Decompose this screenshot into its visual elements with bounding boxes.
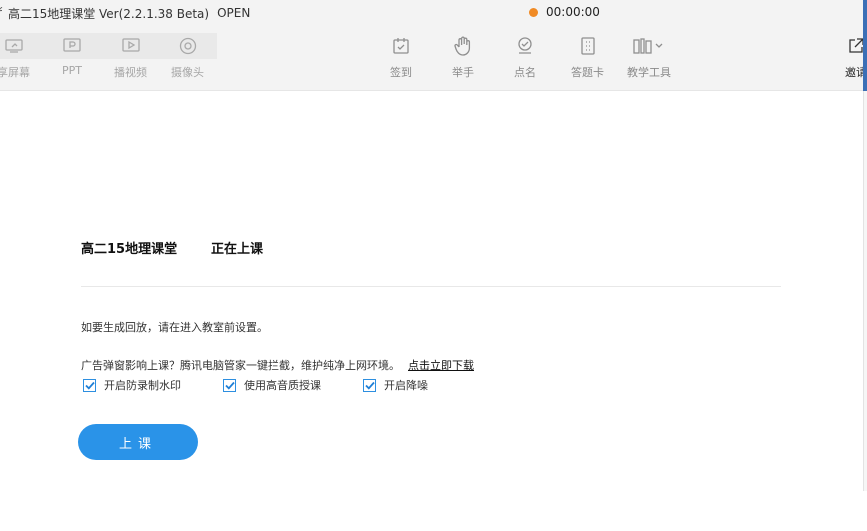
answer-card-button[interactable]: 答题卡 bbox=[571, 37, 604, 80]
checkin-button[interactable]: 签到 bbox=[390, 37, 412, 80]
noise-reduction-checkbox[interactable] bbox=[363, 378, 376, 392]
window-edge-strip bbox=[863, 0, 867, 91]
hq-audio-option[interactable]: 使用高音质授课 bbox=[223, 377, 321, 393]
roll-call-label: 点名 bbox=[514, 66, 536, 79]
camera-label: 摄像头 bbox=[171, 66, 204, 79]
answer-card-icon bbox=[578, 37, 598, 55]
play-video-label: 播视频 bbox=[114, 66, 147, 79]
teaching-tools-label: 教学工具 bbox=[627, 66, 671, 79]
share-screen-button[interactable]: 享屏幕 bbox=[0, 37, 30, 80]
ppt-button[interactable]: PPT bbox=[62, 37, 82, 77]
screen-share-icon bbox=[4, 37, 24, 55]
class-status: OPEN bbox=[217, 6, 251, 20]
class-name: 高二15地理课堂 bbox=[81, 242, 178, 257]
class-state: 正在上课 bbox=[211, 242, 264, 257]
watermark-checkbox[interactable] bbox=[83, 378, 96, 392]
ppt-icon bbox=[62, 37, 82, 55]
title-edge-glyph: ŕ bbox=[0, 6, 2, 20]
top-toolbar: ŕ 高二15地理课堂 Ver(2.2.1.38 Beta) OPEN 00:00… bbox=[0, 0, 867, 91]
camera-icon bbox=[178, 37, 198, 55]
replay-note: 如要生成回放，请在进入教室前设置。 bbox=[81, 321, 268, 334]
hq-audio-label: 使用高音质授课 bbox=[244, 379, 321, 392]
roll-call-icon bbox=[515, 37, 535, 55]
camera-button[interactable]: 摄像头 bbox=[171, 37, 204, 80]
checkmark-icon bbox=[84, 381, 95, 390]
teaching-tools-icon bbox=[632, 37, 666, 55]
checkin-icon bbox=[391, 37, 411, 55]
noise-reduction-option[interactable]: 开启降噪 bbox=[363, 377, 428, 393]
raise-hand-label: 举手 bbox=[452, 66, 474, 79]
checkin-label: 签到 bbox=[390, 66, 412, 79]
window-title: 高二15地理课堂 Ver(2.2.1.38 Beta) bbox=[7, 6, 210, 21]
window-title-row: ŕ 高二15地理课堂 Ver(2.2.1.38 Beta) OPEN bbox=[0, 4, 250, 22]
section-divider bbox=[81, 286, 781, 287]
class-timer: 00:00:00 bbox=[529, 5, 600, 19]
download-link[interactable]: 点击立即下载 bbox=[408, 359, 474, 372]
video-play-icon bbox=[121, 37, 141, 55]
checkmark-icon bbox=[364, 381, 375, 390]
watermark-label: 开启防录制水印 bbox=[104, 379, 181, 392]
share-screen-label: 享屏幕 bbox=[0, 66, 30, 79]
play-video-button[interactable]: 播视频 bbox=[114, 37, 147, 80]
checkmark-icon bbox=[224, 381, 235, 390]
noise-reduction-label: 开启降噪 bbox=[384, 379, 428, 392]
side-panel-edge bbox=[863, 91, 867, 491]
raise-hand-icon bbox=[453, 36, 473, 56]
roll-call-button[interactable]: 点名 bbox=[514, 37, 536, 80]
ad-notice: 广告弹窗影响上课？腾讯电脑管家一键拦截，维护纯净上网环境。 点击立即下载 bbox=[81, 357, 474, 373]
watermark-option[interactable]: 开启防录制水印 bbox=[83, 377, 181, 393]
start-class-button[interactable]: 上课 bbox=[78, 424, 198, 460]
ad-text: 广告弹窗影响上课？腾讯电脑管家一键拦截，维护纯净上网环境。 bbox=[81, 359, 400, 372]
raise-hand-button[interactable]: 举手 bbox=[452, 36, 474, 80]
ppt-label: PPT bbox=[62, 64, 82, 77]
teaching-tools-button[interactable]: 教学工具 bbox=[627, 37, 671, 80]
timer-value: 00:00:00 bbox=[546, 5, 600, 19]
recording-dot-icon bbox=[529, 7, 538, 17]
hq-audio-checkbox[interactable] bbox=[223, 378, 236, 392]
answer-card-label: 答题卡 bbox=[571, 66, 604, 79]
